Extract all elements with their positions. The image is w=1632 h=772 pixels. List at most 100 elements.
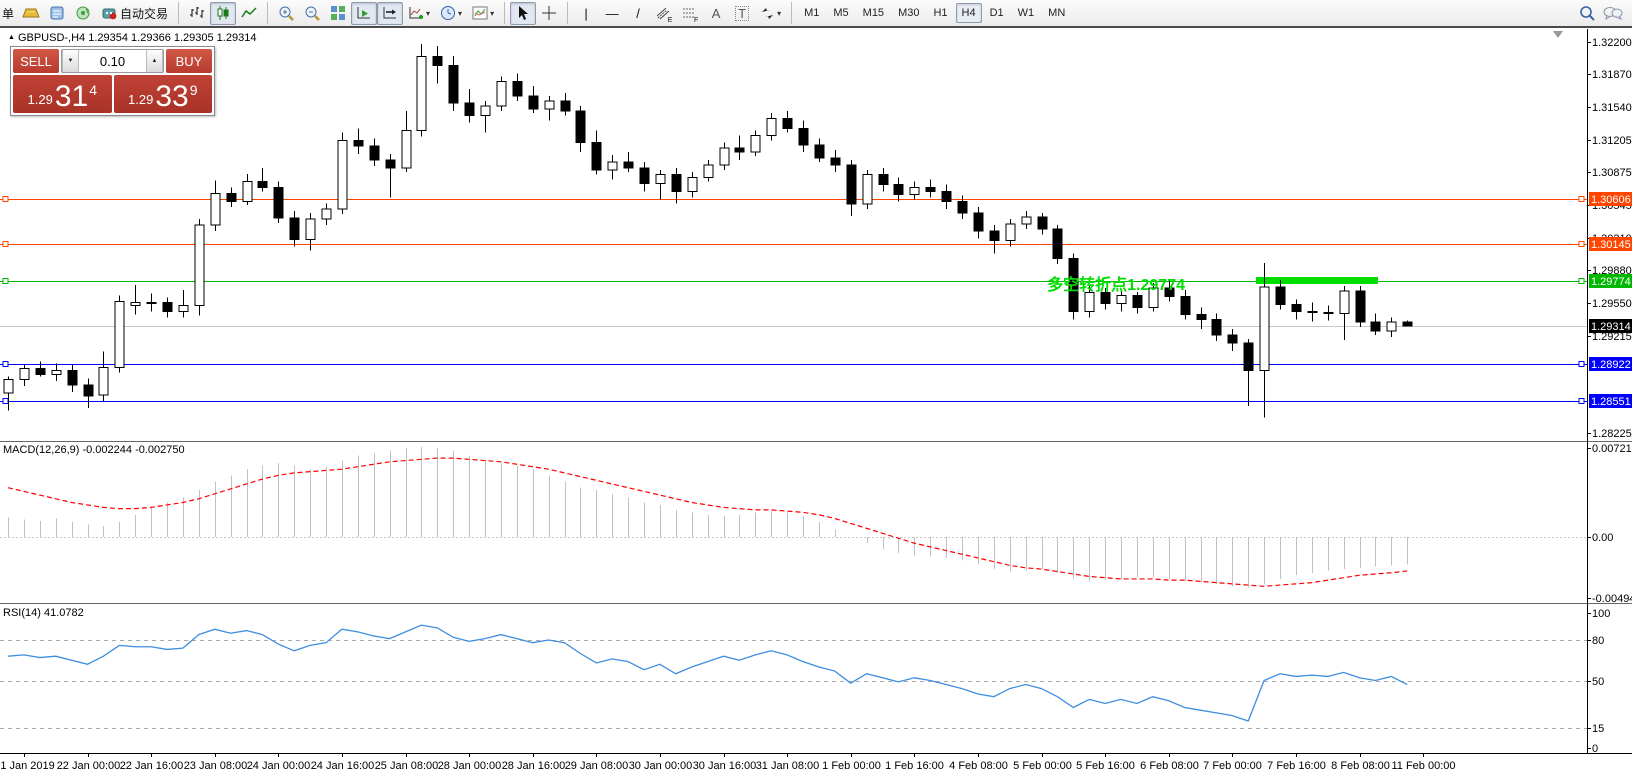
sell-price[interactable]: 1.29314 [13,75,112,113]
vertical-line-tool[interactable]: | [573,2,599,25]
chart-title-text: GBPUSD-,H4 1.29354 1.29366 1.29305 1.293… [18,32,257,44]
svg-text:30 Jan 00:00: 30 Jan 00:00 [629,760,693,772]
arrows-icon [760,6,775,21]
text-tool[interactable]: A [703,2,729,25]
tile-windows-icon[interactable] [325,2,351,25]
chart-shift-icon[interactable] [377,2,403,25]
horizontal-line-tool[interactable]: — [599,2,625,25]
auto-trading-label: 自动交易 [120,5,168,22]
svg-text:4 Feb 08:00: 4 Feb 08:00 [949,760,1008,772]
timeframe-w1[interactable]: W1 [1012,3,1041,23]
chart-title: ▲GBPUSD-,H4 1.29354 1.29366 1.29305 1.29… [8,32,256,44]
line-chart-icon[interactable] [236,2,262,25]
timeframe-mn[interactable]: MN [1042,3,1071,23]
svg-text:1.29774: 1.29774 [1591,276,1631,288]
toolbar-separator [264,2,271,24]
buy-price[interactable]: 1.29339 [114,75,213,113]
sell-price-big: 31 [55,84,88,110]
chevron-down-icon: ▾ [490,9,494,18]
svg-text:1.29314: 1.29314 [1591,321,1631,333]
text-label-tool[interactable]: T [729,2,755,25]
gold-bar-icon[interactable] [18,2,44,25]
timeframe-m5[interactable]: M5 [827,3,854,23]
candlestick-chart-icon[interactable] [210,2,236,25]
main-toolbar: 单 自动交易 ▾ ▾ [0,0,1632,28]
timeframe-m1[interactable]: M1 [798,3,825,23]
svg-text:28 Jan 00:00: 28 Jan 00:00 [438,760,502,772]
svg-text:24 Jan 00:00: 24 Jan 00:00 [247,760,311,772]
svg-text:50: 50 [1592,676,1604,688]
svg-text:23 Jan 08:00: 23 Jan 08:00 [184,760,248,772]
svg-text:1.30606: 1.30606 [1591,194,1631,206]
volume-decrease-button[interactable]: ▼ [62,50,79,72]
svg-text:7 Feb 16:00: 7 Feb 16:00 [1267,760,1326,772]
svg-text:1.30875: 1.30875 [1592,167,1632,179]
time-axis: 21 Jan 201922 Jan 00:0022 Jan 16:0023 Ja… [0,753,1456,772]
svg-text:100: 100 [1592,608,1610,620]
fibonacci-tool[interactable]: F [677,2,703,25]
timeframe-m30[interactable]: M30 [892,3,925,23]
timeframe-h4[interactable]: H4 [956,3,982,23]
svg-text:1.32200: 1.32200 [1592,37,1632,49]
add-indicator-button[interactable]: ▾ [403,2,435,25]
timeframe-m15[interactable]: M15 [857,3,890,23]
zoom-out-icon[interactable] [299,2,325,25]
auto-scroll-icon[interactable] [351,2,377,25]
one-click-trading-panel: SELL ▼ 0.10 ▲ BUY 1.29314 1.29339 [10,46,215,116]
svg-text:29 Jan 08:00: 29 Jan 08:00 [565,760,629,772]
timeframe-h1[interactable]: H1 [927,3,953,23]
chat-icon[interactable] [1600,2,1626,25]
timeframe-d1[interactable]: D1 [984,3,1010,23]
svg-text:1.29550: 1.29550 [1592,298,1632,310]
rsi-line [8,625,1407,721]
svg-text:25 Jan 08:00: 25 Jan 08:00 [375,760,439,772]
chart-area[interactable]: 1.322001.318701.315401.312051.308751.305… [0,0,1632,772]
pivot-highlight-segment[interactable] [1256,277,1378,284]
auto-trading-button[interactable]: 自动交易 [96,2,173,25]
svg-text:22 Jan 00:00: 22 Jan 00:00 [57,760,121,772]
alerts-icon[interactable] [70,2,96,25]
cursor-icon[interactable] [510,2,536,25]
buy-button[interactable]: BUY [166,49,212,73]
macd-signal-line [8,458,1407,586]
sell-button[interactable]: SELL [13,49,59,73]
svg-text:21 Jan 2019: 21 Jan 2019 [0,760,55,772]
trendline-tool[interactable]: / [625,2,651,25]
collapse-panel-icon[interactable]: ▲ [8,34,15,41]
arrows-tool[interactable]: ▾ [755,2,786,25]
volume-field[interactable]: 0.10 [79,50,146,72]
buy-price-prefix: 1.29 [128,92,153,107]
bar-chart-icon[interactable] [184,2,210,25]
svg-text:30 Jan 16:00: 30 Jan 16:00 [693,760,757,772]
chart-shift-marker[interactable] [1553,31,1563,38]
period-clock-icon [440,5,456,21]
svg-text:8 Feb 08:00: 8 Feb 08:00 [1331,760,1390,772]
search-icon[interactable] [1574,2,1600,25]
svg-text:1.31205: 1.31205 [1592,135,1632,147]
svg-text:80: 80 [1592,635,1604,647]
periods-button[interactable]: ▾ [435,2,467,25]
volume-increase-button[interactable]: ▲ [146,50,163,72]
toolbar-separator [564,2,571,24]
new-order-icon[interactable] [44,2,70,25]
svg-text:1.28551: 1.28551 [1591,396,1631,408]
svg-text:15: 15 [1592,723,1604,735]
svg-text:1.31540: 1.31540 [1592,102,1632,114]
sell-price-sup: 4 [89,82,97,98]
macd-indicator-label: MACD(12,26,9) -0.002244 -0.002750 [3,444,185,456]
svg-text:1.28225: 1.28225 [1592,428,1632,440]
crosshair-icon[interactable] [536,2,562,25]
svg-text:1.31870: 1.31870 [1592,69,1632,81]
toolbar-left-label: 单 [2,5,14,22]
rsi-indicator-label: RSI(14) 41.0782 [3,607,84,619]
macd-pane [0,447,1587,588]
toolbar-separator [501,2,508,24]
zoom-in-icon[interactable] [273,2,299,25]
auto-trading-icon [101,5,117,21]
svg-text:0.007216: 0.007216 [1592,443,1632,455]
templates-button[interactable]: ▾ [467,2,499,25]
buy-price-sup: 9 [190,82,198,98]
channel-tool[interactable]: E [651,2,677,25]
pivot-annotation[interactable]: 多空转折点1.29774 [865,271,1185,295]
chevron-down-icon: ▾ [426,9,430,18]
